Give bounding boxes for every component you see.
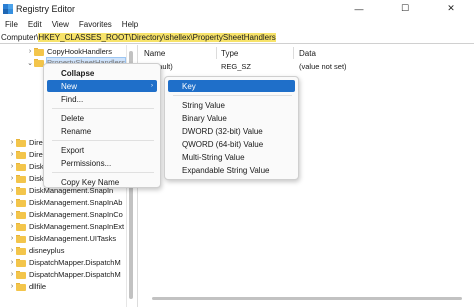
value-type-cell: REG_SZ — [221, 62, 252, 71]
tree-item-label: DiskManagement.SnapInCo — [29, 210, 123, 219]
folder-icon — [16, 222, 26, 231]
column-divider[interactable] — [293, 47, 294, 59]
chevron-right-icon[interactable]: › — [8, 163, 16, 170]
folder-icon — [16, 174, 26, 183]
menu-edit[interactable]: Edit — [23, 20, 47, 29]
folder-icon — [16, 234, 26, 243]
folder-icon — [16, 150, 26, 159]
folder-icon — [16, 186, 26, 195]
tree-item-label: DiskManagement.SnapInAb — [29, 198, 123, 207]
submenu-item-binary-value[interactable]: Binary Value — [168, 112, 295, 124]
chevron-right-icon[interactable]: › — [8, 223, 16, 230]
menu-separator — [173, 95, 292, 96]
new-submenu: Key String Value Binary Value DWORD (32-… — [164, 76, 299, 180]
minimize-button[interactable]: — — [336, 0, 382, 17]
folder-icon — [16, 246, 26, 255]
menu-item-delete[interactable]: Delete — [47, 112, 157, 124]
tree-item[interactable]: › DiskManagement.SnapInAb — [0, 197, 126, 208]
tree-item-label: DiskManagement.UITasks — [29, 234, 117, 243]
chevron-right-icon[interactable]: › — [8, 259, 16, 266]
submenu-arrow-icon: › — [151, 83, 153, 89]
chevron-right-icon[interactable]: › — [8, 271, 16, 278]
menu-item-rename[interactable]: Rename — [47, 125, 157, 137]
menu-help[interactable]: Help — [117, 20, 143, 29]
tree-item[interactable]: › DispatchMapper.DispatchM — [0, 269, 126, 280]
tree-item[interactable]: › DispatchMapper.DispatchM — [0, 257, 126, 268]
folder-icon — [16, 258, 26, 267]
address-prefix: Computer\ — [1, 32, 39, 42]
submenu-item-dword-value[interactable]: DWORD (32-bit) Value — [168, 125, 295, 137]
folder-icon — [16, 210, 26, 219]
menu-item-export[interactable]: Export — [47, 144, 157, 156]
folder-icon — [34, 47, 44, 56]
tree-item-label: dllfile — [29, 282, 47, 291]
tree-item[interactable]: › DiskManagement.UITasks — [0, 233, 126, 244]
submenu-item-expandable-string-value[interactable]: Expandable String Value — [168, 164, 295, 176]
folder-icon — [16, 138, 26, 147]
title-bar: Registry Editor — ☐ ✕ — [0, 0, 474, 17]
menu-separator — [52, 172, 154, 173]
submenu-item-qword-value[interactable]: QWORD (64-bit) Value — [168, 138, 295, 150]
values-scrollbar-thumb[interactable] — [152, 297, 462, 300]
registry-editor-icon — [3, 3, 13, 14]
folder-icon — [16, 162, 26, 171]
tree-item[interactable]: › CopyHookHandlers — [0, 46, 126, 57]
menu-item-find[interactable]: Find... — [47, 93, 157, 105]
tree-item[interactable]: › dllfile — [0, 281, 126, 292]
menu-item-new-label: New — [61, 81, 78, 91]
tree-item-label: disneyplus — [29, 246, 65, 255]
tree-item-label: DiskManagement.SnapInExt — [29, 222, 125, 231]
tree-item[interactable]: › disneyplus — [0, 245, 126, 256]
tree-item[interactable]: › DiskManagement.SnapInExt — [0, 221, 126, 232]
chevron-right-icon[interactable]: › — [8, 139, 16, 146]
menu-favorites[interactable]: Favorites — [74, 20, 117, 29]
folder-icon — [16, 198, 26, 207]
values-scrollbar[interactable] — [152, 296, 462, 301]
chevron-right-icon[interactable]: › — [8, 247, 16, 254]
submenu-item-key[interactable]: Key — [168, 80, 295, 92]
maximize-button[interactable]: ☐ — [382, 0, 428, 17]
menu-bar: File Edit View Favorites Help — [0, 17, 474, 31]
column-divider[interactable] — [216, 47, 217, 59]
chevron-right-icon[interactable]: › — [8, 235, 16, 242]
address-path: HKEY_CLASSES_ROOT\Directory\shellex\Prop… — [38, 32, 276, 42]
column-header-type[interactable]: Type — [221, 47, 238, 59]
window-title: Registry Editor — [16, 3, 76, 14]
window-controls: — ☐ ✕ — [336, 0, 474, 17]
tree-item-label: DispatchMapper.DispatchM — [29, 258, 121, 267]
address-bar[interactable]: Computer\ HKEY_CLASSES_ROOT\Directory\she… — [0, 31, 474, 44]
submenu-item-string-value[interactable]: String Value — [168, 99, 295, 111]
column-header-name[interactable]: Name — [144, 47, 165, 59]
chevron-right-icon[interactable]: › — [8, 199, 16, 206]
chevron-right-icon[interactable]: › — [8, 283, 16, 290]
menu-item-copy-key-name[interactable]: Copy Key Name — [47, 176, 157, 188]
chevron-right-icon[interactable]: › — [8, 175, 16, 182]
folder-icon — [16, 270, 26, 279]
tree-item[interactable]: › DiskManagement.SnapInCo — [0, 209, 126, 220]
menu-file[interactable]: File — [0, 20, 23, 29]
chevron-right-icon[interactable]: › — [8, 211, 16, 218]
tree-item-label: CopyHookHandlers — [47, 47, 113, 56]
chevron-right-icon[interactable]: › — [26, 48, 34, 55]
menu-item-permissions[interactable]: Permissions... — [47, 157, 157, 169]
menu-item-new[interactable]: New › — [47, 80, 157, 92]
tree-item-label: DispatchMapper.DispatchM — [29, 270, 121, 279]
column-header-data[interactable]: Data — [299, 47, 316, 59]
submenu-item-multi-string-value[interactable]: Multi-String Value — [168, 151, 295, 163]
menu-item-collapse[interactable]: Collapse — [47, 67, 157, 79]
chevron-right-icon[interactable]: › — [8, 187, 16, 194]
close-button[interactable]: ✕ — [428, 0, 474, 17]
chevron-right-icon[interactable]: › — [8, 151, 16, 158]
menu-separator — [52, 140, 154, 141]
menu-separator — [52, 108, 154, 109]
value-data-cell: (value not set) — [299, 62, 347, 71]
folder-icon — [16, 282, 26, 291]
chevron-down-icon[interactable]: ⌄ — [26, 59, 34, 67]
context-menu: Collapse New › Find... Delete Rename Exp… — [43, 63, 161, 188]
menu-view[interactable]: View — [47, 20, 74, 29]
